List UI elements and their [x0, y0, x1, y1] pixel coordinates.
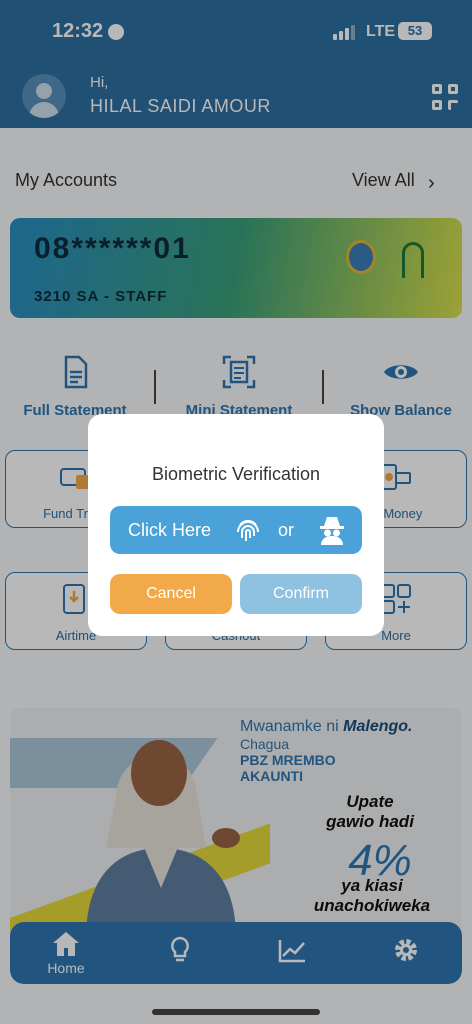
incognito-icon[interactable] — [318, 515, 346, 545]
biometric-dialog: Biometric Verification Click Here or Can… — [88, 414, 384, 636]
confirm-button[interactable]: Confirm — [240, 574, 362, 614]
click-here-label: Click Here — [128, 520, 212, 540]
or-label: or — [278, 520, 295, 540]
fingerprint-icon[interactable] — [234, 516, 262, 544]
dialog-title: Biometric Verification — [151, 464, 321, 484]
cancel-button[interactable]: Cancel — [110, 574, 232, 614]
app-screen: 12:32 LTE 53 Hi, HILAL SAIDI AMOUR My Ac… — [0, 0, 472, 1024]
biometric-click-here-button[interactable]: Click Here or — [110, 506, 362, 554]
